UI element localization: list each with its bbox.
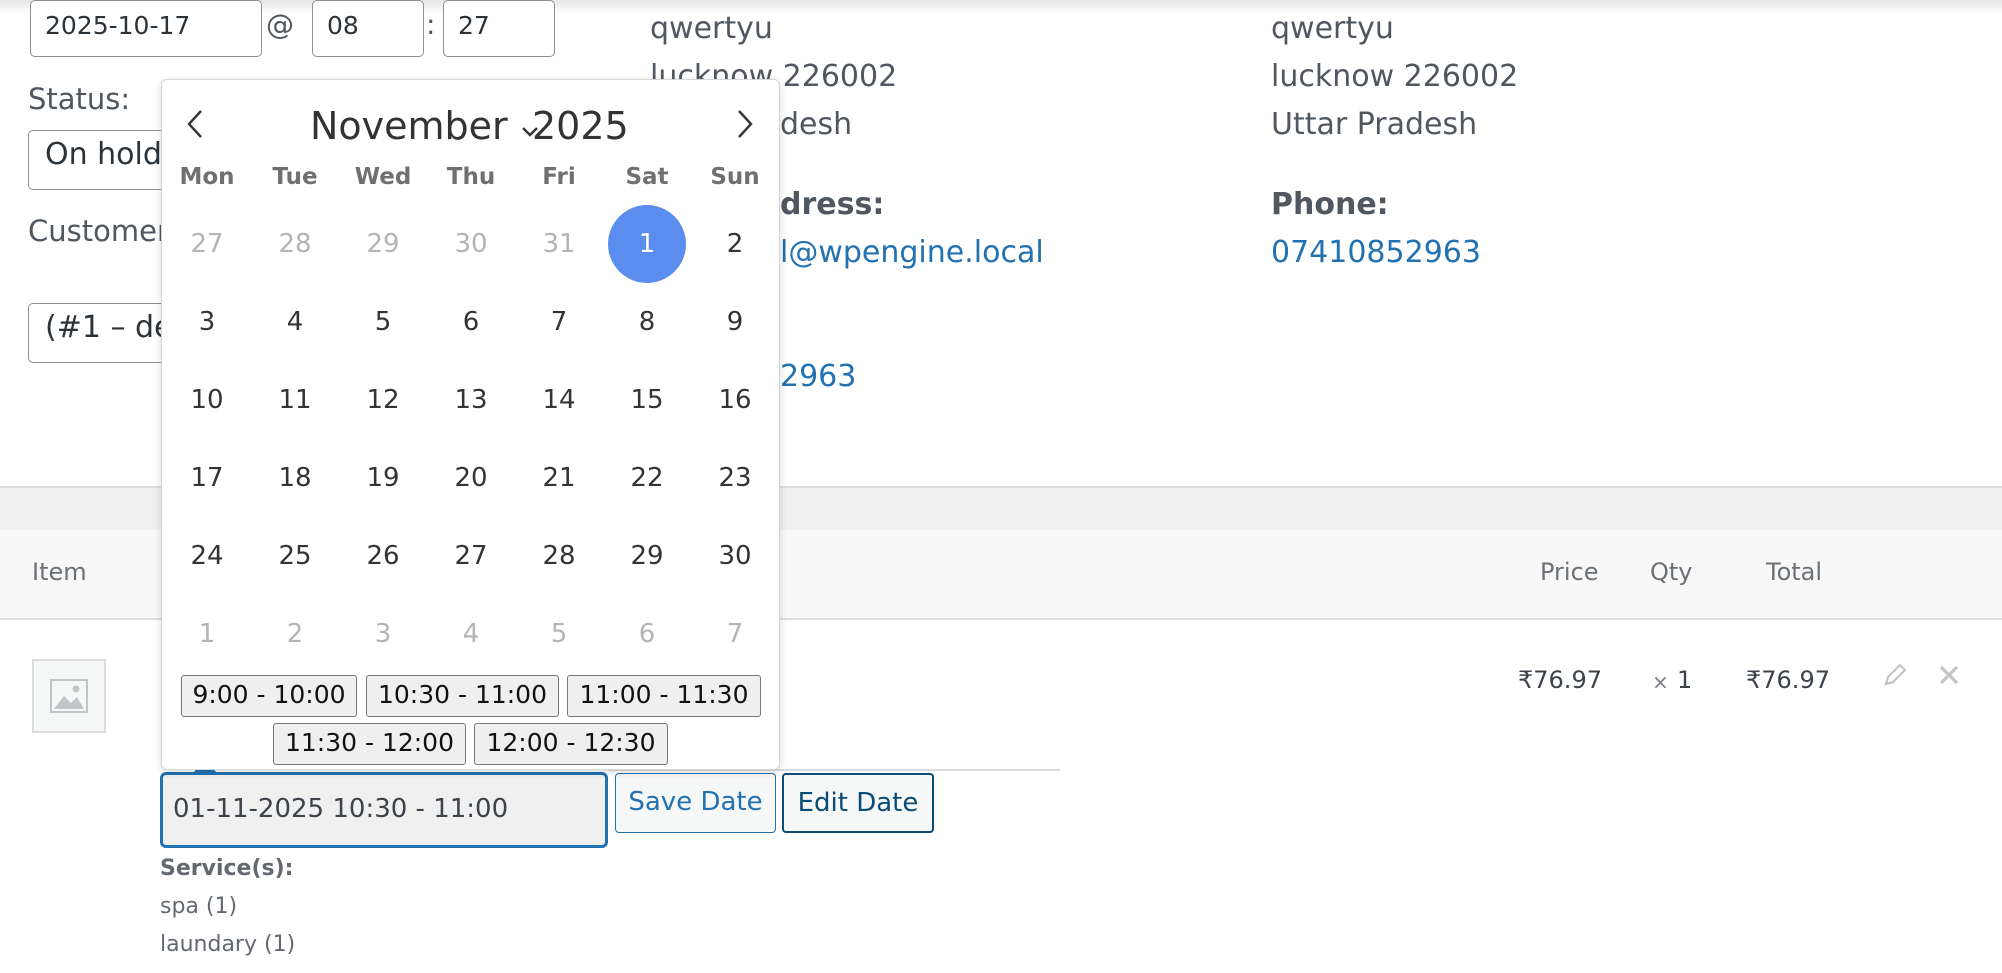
shipping-phone-label: Phone: (1271, 187, 1389, 222)
col-item[interactable]: Item (32, 558, 87, 586)
calendar-day[interactable]: 13 (427, 361, 515, 439)
col-qty[interactable]: Qty (1650, 558, 1693, 586)
calendar-day-outside[interactable]: 1 (163, 595, 251, 673)
calendar-day[interactable]: 17 (163, 439, 251, 517)
shipping-phone-link[interactable]: 07410852963 (1271, 235, 1481, 270)
prev-month-chevron-icon[interactable] (180, 108, 210, 149)
calendar-day[interactable]: 23 (691, 439, 779, 517)
calendar-day[interactable]: 11 (251, 361, 339, 439)
calendar-day[interactable]: 8 (603, 283, 691, 361)
calendar-day[interactable]: 15 (603, 361, 691, 439)
calendar-day-selected[interactable]: 1 (603, 205, 691, 283)
calendar-day-outside[interactable]: 31 (515, 205, 603, 283)
datepicker-popup: November 2025 Mon Tue Wed Thu Fri Sat Sun 27 28… (161, 79, 780, 770)
time-slot-button[interactable]: 10:30 - 11:00 (366, 675, 559, 717)
services-label: Service(s): (160, 856, 294, 881)
product-thumbnail (32, 659, 106, 733)
calendar-day[interactable]: 18 (251, 439, 339, 517)
calendar-day[interactable]: 14 (515, 361, 603, 439)
edit-date-button[interactable]: Edit Date (782, 773, 934, 833)
calendar-day-outside[interactable]: 2 (251, 595, 339, 673)
calendar-day-outside[interactable]: 27 (163, 205, 251, 283)
colon-label: : (426, 8, 436, 41)
calendar-day[interactable]: 4 (251, 283, 339, 361)
billing-email-label: dress: (780, 187, 885, 222)
calendar-day[interactable]: 25 (251, 517, 339, 595)
calendar-day-outside[interactable]: 4 (427, 595, 515, 673)
status-label: Status: (28, 82, 131, 116)
service-item-laundary: laundary (1) (160, 932, 296, 957)
weekday-mon: Mon (179, 164, 235, 190)
calendar-day[interactable]: 27 (427, 517, 515, 595)
calendar-day[interactable]: 22 (603, 439, 691, 517)
weekday-sat: Sat (625, 164, 669, 190)
booking-date-input[interactable]: 01-11-2025 10:30 - 11:00 (160, 772, 608, 848)
time-slot-button[interactable]: 11:30 - 12:00 (273, 723, 466, 765)
calendar-day[interactable]: 5 (339, 283, 427, 361)
service-item-spa: spa (1) (160, 894, 238, 919)
shipping-line-3: Uttar Pradesh (1271, 107, 1478, 142)
qty-times: × (1652, 670, 1669, 694)
calendar-day-outside[interactable]: 5 (515, 595, 603, 673)
item-total: ₹76.97 (1746, 666, 1830, 694)
month-select[interactable]: November (310, 104, 540, 148)
calendar-day-outside[interactable]: 7 (691, 595, 779, 673)
calendar-day[interactable]: 3 (163, 283, 251, 361)
calendar-day[interactable]: 24 (163, 517, 251, 595)
calendar-day[interactable]: 12 (339, 361, 427, 439)
next-month-chevron-icon[interactable] (730, 108, 760, 149)
col-price[interactable]: Price (1540, 558, 1599, 586)
year-label[interactable]: 2025 (532, 104, 629, 148)
hour-input[interactable]: 08 (312, 0, 424, 57)
time-slot-button[interactable]: 11:00 - 11:30 (567, 675, 761, 717)
shipping-line-1: qwertyu (1271, 11, 1394, 46)
time-slot-button[interactable]: 12:00 - 12:30 (474, 723, 668, 765)
at-label: @ (266, 8, 294, 41)
calendar-day[interactable]: 21 (515, 439, 603, 517)
calendar-day[interactable]: 10 (163, 361, 251, 439)
weekday-sun: Sun (710, 164, 760, 190)
calendar-day-outside[interactable]: 3 (339, 595, 427, 673)
calendar-day[interactable]: 26 (339, 517, 427, 595)
calendar-day-outside[interactable]: 6 (603, 595, 691, 673)
delete-item-close-icon[interactable] (1938, 664, 1960, 690)
calendar-day[interactable]: 20 (427, 439, 515, 517)
month-label: November (310, 104, 508, 148)
weekday-fri: Fri (542, 164, 576, 190)
calendar-day[interactable]: 2 (691, 205, 779, 283)
calendar-day[interactable]: 30 (691, 517, 779, 595)
calendar-day[interactable]: 29 (603, 517, 691, 595)
order-date-input[interactable]: 2025-10-17 (30, 0, 262, 57)
col-total[interactable]: Total (1766, 558, 1822, 586)
calendar-day[interactable]: 28 (515, 517, 603, 595)
calendar-day-outside[interactable]: 29 (339, 205, 427, 283)
customer-label: Customer (28, 214, 169, 248)
image-placeholder-icon (50, 679, 88, 713)
calendar-day[interactable]: 19 (339, 439, 427, 517)
billing-email-link[interactable]: l@wpengine.local (780, 235, 1044, 270)
calendar-day[interactable]: 9 (691, 283, 779, 361)
calendar-day-outside[interactable]: 30 (427, 205, 515, 283)
shipping-line-2: lucknow 226002 (1271, 59, 1519, 94)
billing-line-1: qwertyu (650, 11, 773, 46)
weekday-tue: Tue (272, 164, 318, 190)
weekday-wed: Wed (354, 164, 412, 190)
weekday-thu: Thu (446, 164, 496, 190)
calendar-day[interactable]: 6 (427, 283, 515, 361)
minute-input[interactable]: 27 (443, 0, 555, 57)
billing-phone-link[interactable]: 2963 (780, 359, 856, 394)
save-date-button[interactable]: Save Date (615, 773, 776, 833)
calendar-day-outside[interactable]: 28 (251, 205, 339, 283)
edit-item-pencil-icon[interactable] (1882, 662, 1908, 692)
time-slot-button[interactable]: 9:00 - 10:00 (181, 675, 357, 717)
calendar-day[interactable]: 7 (515, 283, 603, 361)
item-price: ₹76.97 (1518, 666, 1602, 694)
shipping-address: qwertyu lucknow 226002 Uttar Pradesh Pho… (1271, 5, 1518, 277)
calendar-day[interactable]: 16 (691, 361, 779, 439)
item-qty: 1 (1677, 666, 1693, 694)
